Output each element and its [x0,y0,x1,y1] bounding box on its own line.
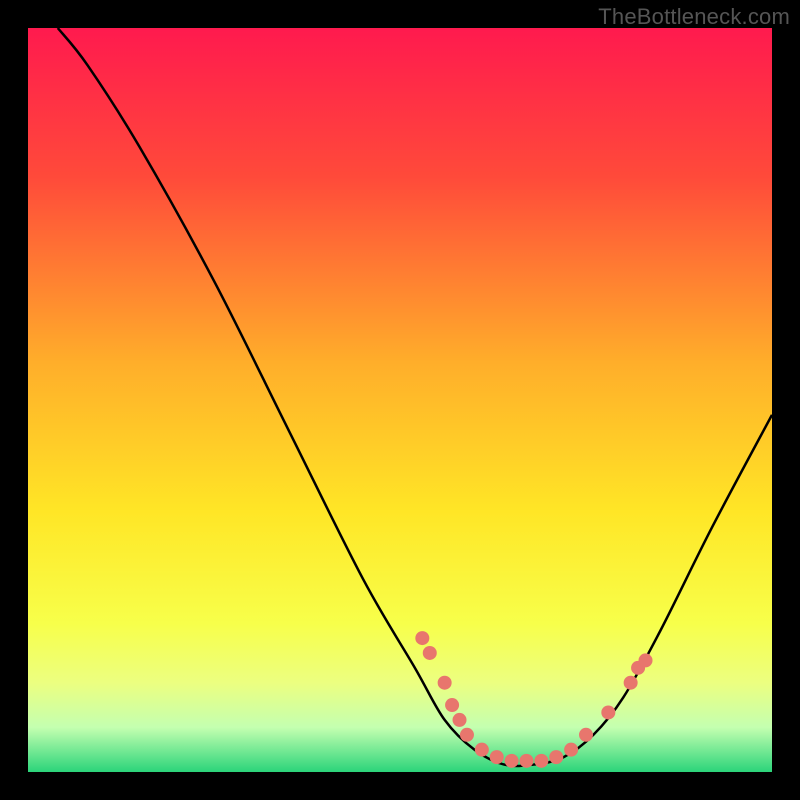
data-marker [475,743,489,757]
data-marker [549,750,563,764]
data-marker [453,713,467,727]
data-marker [519,754,533,768]
data-marker [564,743,578,757]
data-marker [445,698,459,712]
data-marker [490,750,504,764]
data-marker [505,754,519,768]
data-marker [438,676,452,690]
data-marker [415,631,429,645]
data-marker [579,728,593,742]
data-marker [624,676,638,690]
chart-frame [28,28,772,772]
data-marker [460,728,474,742]
chart-background-gradient [28,28,772,772]
data-marker [601,705,615,719]
data-marker [423,646,437,660]
data-marker [639,653,653,667]
bottleneck-chart [28,28,772,772]
watermark-text: TheBottleneck.com [598,4,790,30]
data-marker [534,754,548,768]
